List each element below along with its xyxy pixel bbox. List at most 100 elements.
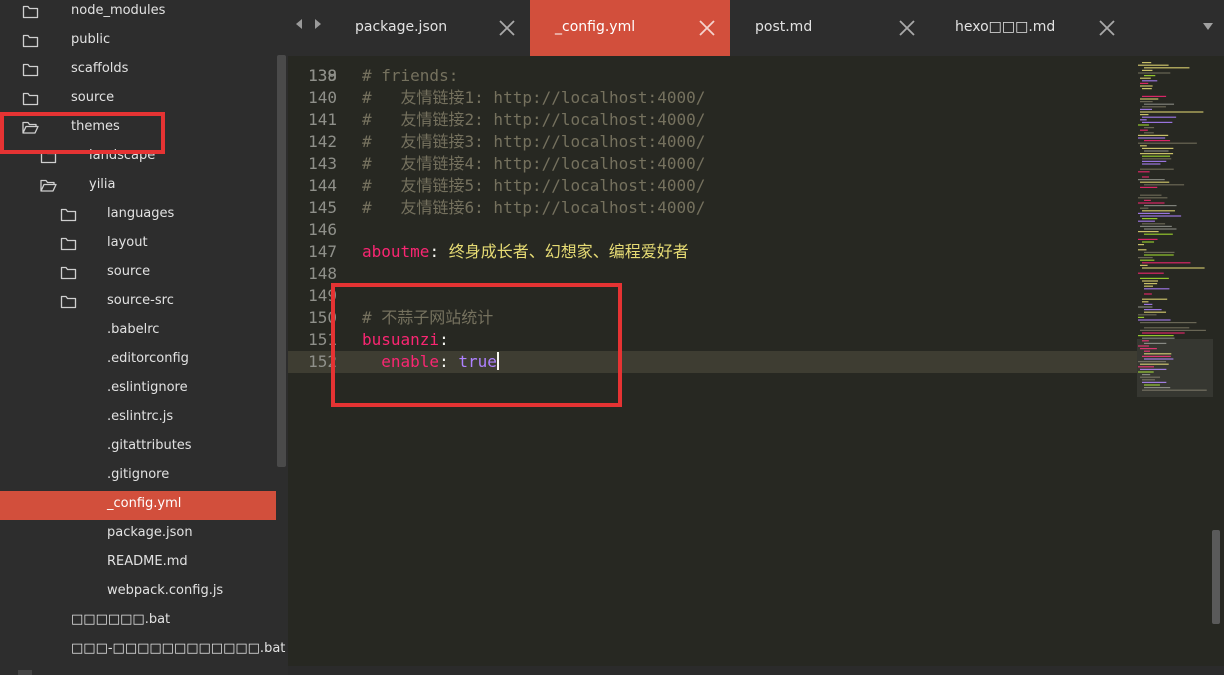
sidebar-item-source-src[interactable]: source-src [0, 288, 276, 317]
sidebar-item-gitattributes[interactable]: .gitattributes [0, 433, 276, 462]
sidebar-item-label: scaffolds [71, 61, 129, 76]
code-line: 146 [288, 219, 1137, 241]
folder-open-icon [40, 178, 57, 193]
yaml-value: 终身成长者、幻想家、编程爱好者 [448, 242, 689, 261]
sidebar-item-label: node_modules [71, 3, 166, 18]
tab-overflow-dropdown-icon[interactable] [1202, 20, 1214, 34]
sidebar-item-webpack-config-js[interactable]: webpack.config.js [0, 578, 276, 607]
line-number: 149 [308, 286, 337, 305]
minimap-line [1144, 199, 1151, 201]
minimap-line [1140, 129, 1148, 131]
sidebar-item-gitignore[interactable]: .gitignore [0, 462, 276, 491]
minimap-line [1138, 306, 1153, 308]
code-line: 141 # 友情链接2: http://localhost:4000/ [288, 109, 1137, 131]
line-number: 147 [308, 242, 337, 261]
minimap-line [1140, 111, 1204, 113]
sidebar-item-label: .eslintignore [107, 380, 188, 395]
minimap-line [1138, 171, 1150, 173]
sidebar-item-label: .eslintrc.js [107, 409, 174, 424]
sidebar-item-bat[interactable]: □□□-□□□□□□□□□□□□.bat [0, 636, 285, 665]
close-icon[interactable] [496, 17, 518, 39]
sidebar-item-yilia[interactable]: yilia [0, 172, 276, 201]
sidebar-item-label: .babelrc [107, 322, 160, 337]
line-number: 146 [308, 220, 337, 239]
code-comment: # 友情链接3: http://localhost:4000/ [362, 132, 706, 151]
code-line: 144 # 友情链接5: http://localhost:4000/ [288, 175, 1137, 197]
minimap-line [1142, 106, 1166, 108]
tab-scroll-left-icon[interactable] [292, 17, 306, 37]
sidebar-item-scaffolds[interactable]: scaffolds [0, 56, 276, 85]
minimap-line [1144, 184, 1185, 186]
tab-scroll-right-icon[interactable] [311, 17, 325, 37]
minimap-line [1140, 194, 1162, 196]
sidebar-item-source[interactable]: source [0, 85, 276, 114]
minimap-line [1142, 332, 1185, 334]
sidebar-item-babelrc[interactable]: .babelrc [0, 317, 276, 346]
minimap-line [1144, 288, 1170, 290]
minimap-viewport[interactable] [1137, 339, 1213, 397]
minimap-line [1140, 114, 1149, 116]
sidebar-item-label: webpack.config.js [107, 583, 224, 598]
minimap-line [1138, 64, 1169, 66]
minimap-line [1140, 225, 1172, 227]
sidebar-item-eslintrc-js[interactable]: .eslintrc.js [0, 404, 276, 433]
minimap-line [1140, 186, 1158, 188]
minimap-line [1138, 197, 1168, 199]
sidebar-item-label: yilia [89, 177, 116, 192]
line-number: 150 [308, 308, 337, 327]
close-icon[interactable] [896, 17, 918, 39]
sidebar-item-package-json[interactable]: package.json [0, 520, 276, 549]
editor-scrollbar[interactable] [1212, 530, 1220, 624]
annotation-highlight-busuanzi [331, 283, 622, 407]
minimap-line [1140, 77, 1151, 79]
line-number: 140 [308, 88, 337, 107]
sidebar-item-editorconfig[interactable]: .editorconfig [0, 346, 276, 375]
minimap-line [1144, 303, 1153, 305]
minimap-line [1142, 176, 1149, 178]
minimap-line [1140, 259, 1155, 261]
minimap-line [1144, 293, 1152, 295]
minimap-line [1144, 67, 1190, 69]
sidebar-item-source[interactable]: source [0, 259, 276, 288]
sidebar-scrollbar[interactable] [277, 55, 286, 467]
minimap-line [1138, 231, 1159, 233]
sidebar-item-label: layout [107, 235, 148, 250]
code-content: # 友情链接5: http://localhost:4000/ [362, 175, 705, 197]
sidebar-item-readme-md[interactable]: README.md [0, 549, 276, 578]
line-number: 141 [308, 110, 337, 129]
code-content: # 友情链接4: http://localhost:4000/ [362, 153, 705, 175]
minimap-line [1142, 241, 1155, 243]
sidebar-item-node-modules[interactable]: node_modules [0, 0, 276, 27]
close-icon[interactable] [1096, 17, 1118, 39]
sidebar-item-label: □□□-□□□□□□□□□□□□.bat [71, 641, 286, 656]
minimap-line [1138, 316, 1145, 318]
tab-label: hexo□□□.md [955, 19, 1056, 35]
code-content: # friends: [362, 65, 458, 87]
line-number: 144 [308, 176, 337, 195]
minimap-line [1142, 158, 1172, 160]
line-number: 139 [308, 66, 337, 85]
code-comment: # 友情链接1: http://localhost:4000/ [362, 88, 706, 107]
minimap-line [1140, 145, 1147, 147]
close-icon[interactable] [696, 17, 718, 39]
minimap-line [1142, 80, 1158, 82]
minimap-line [1144, 132, 1154, 134]
minimap-line [1144, 127, 1155, 129]
sidebar-item-eslintignore[interactable]: .eslintignore [0, 375, 276, 404]
sidebar-item-label: .gitignore [107, 467, 170, 482]
code-content: # 友情链接1: http://localhost:4000/ [362, 87, 705, 109]
folder-closed-icon [60, 265, 77, 280]
minimap-line [1142, 218, 1158, 220]
sidebar-item-bat[interactable]: □□□□□□.bat [0, 607, 276, 636]
sidebar-item-layout[interactable]: layout [0, 230, 276, 259]
sidebar-item-public[interactable]: public [0, 27, 276, 56]
sidebar-item-config-yml[interactable]: _config.yml [0, 491, 276, 520]
minimap-line [1142, 223, 1166, 225]
minimap-line [1140, 98, 1159, 100]
folder-closed-icon [22, 62, 39, 77]
tab-label: post.md [755, 19, 813, 35]
code-content: # 友情链接3: http://localhost:4000/ [362, 131, 705, 153]
minimap-line [1140, 82, 1149, 84]
sidebar-item-languages[interactable]: languages [0, 201, 276, 230]
minimap-line [1138, 134, 1169, 136]
